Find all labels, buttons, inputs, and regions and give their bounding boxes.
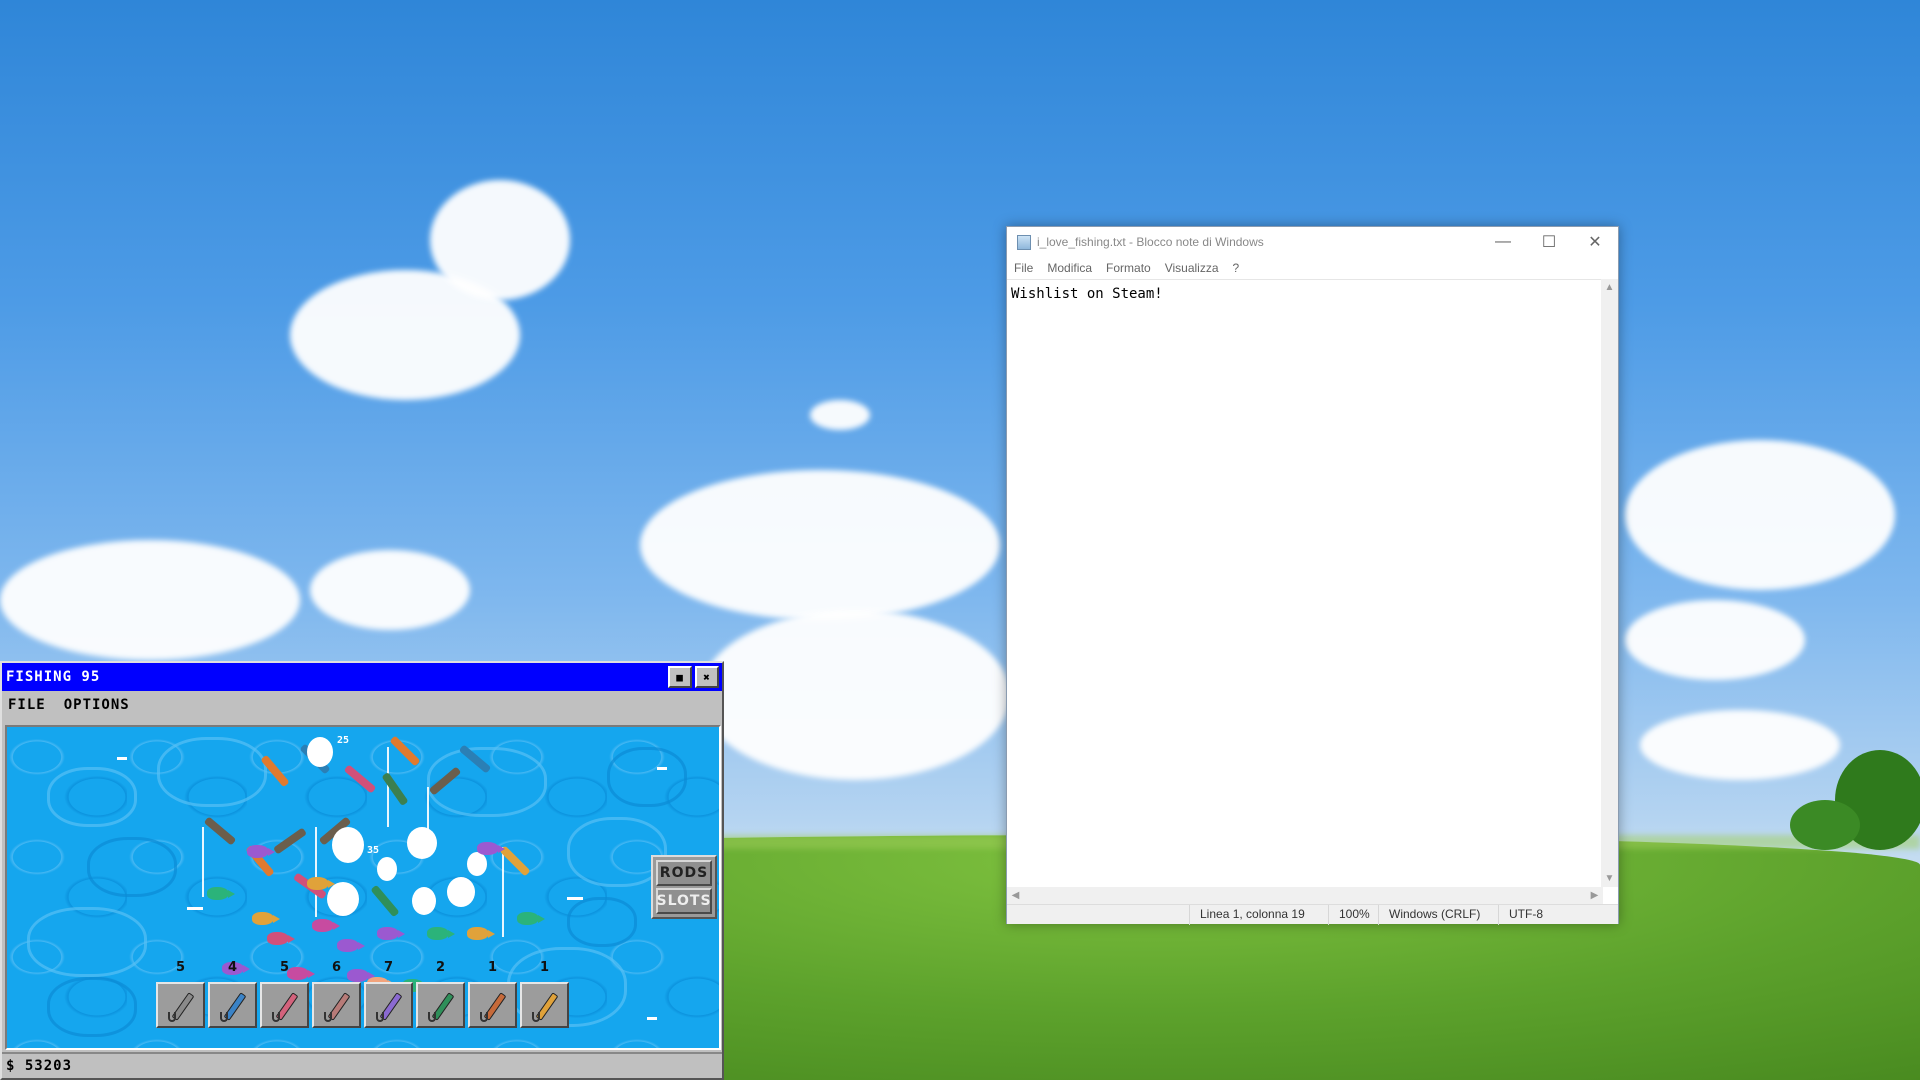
hook-icon <box>428 1012 436 1022</box>
rod-slot[interactable]: 1 <box>468 960 517 1028</box>
fish[interactable] <box>517 912 545 925</box>
menu-visualizza[interactable]: Visualizza <box>1165 261 1219 275</box>
rod-icon <box>203 816 237 846</box>
status-position: Linea 1, colonna 19 <box>1189 905 1328 925</box>
scroll-right-icon[interactable]: ▶ <box>1586 887 1603 904</box>
fish[interactable] <box>207 887 235 900</box>
notepad-statusbar: Linea 1, colonna 19 100% Windows (CRLF) … <box>1007 904 1618 925</box>
fishing-titlebar[interactable]: FISHING 95 ■ ✖ <box>2 663 722 691</box>
cloud <box>1640 710 1840 780</box>
menu-modifica[interactable]: Modifica <box>1047 261 1092 275</box>
hook-icon <box>532 1012 540 1022</box>
fish[interactable] <box>247 845 275 858</box>
fish[interactable] <box>477 842 505 855</box>
menu-help[interactable]: ? <box>1233 261 1240 275</box>
hook-icon <box>168 1012 176 1022</box>
vertical-scrollbar[interactable]: ▲ ▼ <box>1601 279 1618 887</box>
menu-file[interactable]: FILE <box>8 697 46 713</box>
minimize-icon[interactable]: — <box>1480 227 1526 257</box>
rod-slot[interactable]: 7 <box>364 960 413 1028</box>
rod-slot[interactable]: 1 <box>520 960 569 1028</box>
slots-button[interactable]: SLOTS <box>656 888 712 914</box>
rod-icon <box>389 735 421 767</box>
cloud <box>1625 600 1805 680</box>
menu-file[interactable]: File <box>1014 261 1033 275</box>
rod-icon <box>381 771 409 807</box>
notepad-menubar: File Modifica Formato Visualizza ? <box>1007 257 1618 279</box>
rod-count: 1 <box>539 960 550 975</box>
side-button-panel: RODS SLOTS <box>651 855 717 919</box>
status-line-ending: Windows (CRLF) <box>1378 905 1498 925</box>
rod-count: 2 <box>435 960 446 975</box>
rod-count: 5 <box>279 960 290 975</box>
notepad-title: i_love_fishing.txt - Blocco note di Wind… <box>1037 235 1264 249</box>
notepad-file-icon <box>1017 234 1031 250</box>
rod-slot[interactable]: 6 <box>312 960 361 1028</box>
cloud <box>640 470 1000 620</box>
notepad-window[interactable]: i_love_fishing.txt - Blocco note di Wind… <box>1006 226 1619 925</box>
rod-slot[interactable]: 5 <box>260 960 309 1028</box>
scroll-up-icon[interactable]: ▲ <box>1601 279 1618 296</box>
close-icon[interactable]: ✖ <box>695 666 719 688</box>
menu-options[interactable]: OPTIONS <box>64 697 130 713</box>
fish[interactable] <box>337 939 365 952</box>
notepad-content[interactable]: Wishlist on Steam! <box>1007 280 1603 308</box>
rod-count: 6 <box>331 960 342 975</box>
cloud <box>810 400 870 430</box>
fish[interactable] <box>267 932 295 945</box>
cloud <box>430 180 570 300</box>
fishing-menubar: FILE OPTIONS <box>2 691 722 719</box>
hook-icon <box>324 1012 332 1022</box>
scroll-down-icon[interactable]: ▼ <box>1601 870 1618 887</box>
fishing-title: FISHING 95 <box>6 669 101 685</box>
catch-value: 35 <box>367 845 380 856</box>
fish[interactable] <box>467 927 495 940</box>
notepad-text-area[interactable]: Wishlist on Steam! <box>1007 279 1603 887</box>
tree <box>1790 800 1860 850</box>
hook-icon <box>272 1012 280 1022</box>
rod-inventory-bar: 5 4 5 6 7 2 1 1 <box>156 960 569 1028</box>
rod-icon <box>343 764 377 794</box>
fish[interactable] <box>252 912 280 925</box>
status-encoding: UTF-8 <box>1498 905 1616 925</box>
fish[interactable] <box>312 919 340 932</box>
fish[interactable] <box>427 927 455 940</box>
money-display: $ 53203 <box>6 1058 73 1074</box>
rod-count: 4 <box>227 960 238 975</box>
hook-icon <box>220 1012 228 1022</box>
fish[interactable] <box>307 877 335 890</box>
cloud <box>0 540 300 660</box>
hook-icon <box>376 1012 384 1022</box>
rod-icon <box>272 827 308 855</box>
fish[interactable] <box>377 927 405 940</box>
rod-count: 5 <box>175 960 186 975</box>
rods-button[interactable]: RODS <box>656 860 712 886</box>
menu-formato[interactable]: Formato <box>1106 261 1151 275</box>
rod-slot[interactable]: 2 <box>416 960 465 1028</box>
rod-count: 1 <box>487 960 498 975</box>
rod-icon <box>370 884 400 918</box>
scroll-left-icon[interactable]: ◀ <box>1007 887 1024 904</box>
notepad-titlebar[interactable]: i_love_fishing.txt - Blocco note di Wind… <box>1007 227 1618 257</box>
close-icon[interactable]: ✕ <box>1572 227 1618 257</box>
horizontal-scrollbar[interactable]: ◀ ▶ <box>1007 887 1603 904</box>
rod-count: 7 <box>383 960 394 975</box>
cloud <box>700 610 1010 780</box>
rod-slot[interactable]: 5 <box>156 960 205 1028</box>
minimize-icon[interactable]: ■ <box>668 666 692 688</box>
rod-slot[interactable]: 4 <box>208 960 257 1028</box>
fishing-statusbar: $ 53203 <box>2 1052 722 1078</box>
catch-value: 25 <box>337 735 350 746</box>
cloud <box>1625 440 1895 590</box>
cloud <box>310 550 470 630</box>
status-zoom: 100% <box>1328 905 1378 925</box>
hook-icon <box>480 1012 488 1022</box>
maximize-icon[interactable]: ☐ <box>1526 227 1572 257</box>
